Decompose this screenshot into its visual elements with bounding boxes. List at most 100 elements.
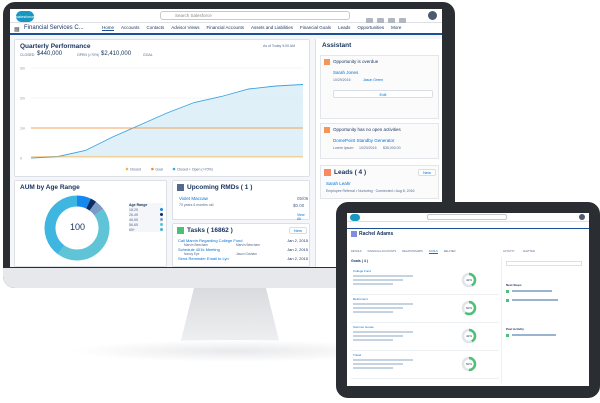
alert1-edit-button[interactable]: Edit [333,90,433,98]
tablet-tab[interactable]: GOALS [428,250,438,254]
nav-item-opportunities[interactable]: Opportunities [357,25,384,31]
tablet-tab[interactable]: FINANCIAL ACCOUNTS [368,250,397,254]
tablet-tab[interactable]: DETAILS [351,250,362,254]
task-date: Jan 2, 2015 [287,238,308,243]
tablet-header [347,213,589,222]
nav-item-financial-goals[interactable]: Financial Goals [300,25,331,31]
aum-center-value: 100 [70,222,86,232]
tablet-goal-row[interactable]: Summer House 42% [351,323,499,351]
aum-legend-label: 18-25 [129,207,138,212]
open-value: $2,410,000 [101,51,132,57]
tasks-new-button[interactable]: New [289,227,307,234]
alert2-person: Lorem Ipsum [333,146,354,150]
nav-items: Home Accounts Contacts Advisor Views Fin… [102,25,401,31]
goal-detail-line [353,275,413,277]
goal-detail-line [353,303,413,305]
leads-title: Leads ( 4 ) [334,169,367,176]
legend-label: Closed + Open (>70%) [177,168,213,172]
task-row[interactable]: Send Reminder Email to Lyn Jan 2, 2015 [178,256,308,265]
task-extra: Marvin Beecham [236,242,260,247]
record-icon [351,231,357,237]
aum-legend-label: 26-45 [129,212,138,217]
goal-name[interactable]: College Fund [353,269,371,273]
goal-name[interactable]: Summer House [353,325,374,329]
tablet-right-tabs: ACTIVITY CHATTER [503,250,535,253]
tablet-goal-row[interactable]: Travel 50% [351,351,499,379]
rmd-sub: 70 years 6 months old [179,203,214,207]
task-line [512,290,552,292]
salesforce-logo: salesforce [16,11,34,22]
goal-detail-line [353,311,393,313]
leads-icon [324,169,331,176]
task-icon [506,290,509,293]
alert1-name[interactable]: Sarah Jones [333,70,358,75]
task-title[interactable]: Send Reminder Email to Lyn [178,256,229,261]
global-header: salesforce ⚲ Search Salesforce [10,9,442,25]
tablet-tab[interactable]: RELATED [444,250,456,254]
nav-item-contacts[interactable]: Contacts [147,25,165,31]
goal-detail-line [353,339,393,341]
alert-icon [324,127,330,133]
closed-label: CLOSED [20,53,35,57]
task-extra: Jason Graham [236,251,257,256]
app-launcher-icon[interactable]: ▦ [14,26,20,33]
goal-detail-line [353,363,403,365]
navigation-bar: ▦ Financial Services C... Home Accounts … [10,23,442,35]
goal-detail-line [353,367,393,369]
tablet-right-tab[interactable]: ACTIVITY [503,250,515,253]
aum-legend-label: 46-55 [129,217,138,222]
task-line [512,334,556,336]
task-row[interactable]: Schedule 401k Meeting Jan 2, 2015 Nancy Ey… [178,247,308,256]
assistant-alert-no-activities: Opportunity has no open activities DomeP… [320,123,439,159]
tablet-search-input[interactable] [427,214,507,220]
alert-icon [324,59,330,65]
donut-slice [76,195,91,209]
alert2-name[interactable]: DomePoint Standby Generator [333,138,395,143]
donut-slice [57,208,110,261]
alert1-text: Opportunity is overdue [333,59,379,64]
goal-name[interactable]: Retirement [353,297,368,301]
tablet-avatar[interactable] [579,214,585,220]
leads-new-button[interactable]: New [418,169,436,176]
rmd-view-all-link[interactable]: View All [297,213,309,221]
aum-legend-swatch [160,228,163,231]
tablet-tab[interactable]: RELATIONSHIPS [402,250,423,254]
avatar[interactable] [428,11,437,20]
alert1-owner[interactable]: Jason Green [363,78,383,82]
search-input[interactable]: Search Salesforce [160,11,350,20]
nav-item-advisor-views[interactable]: Advisor Views [171,25,199,31]
activity-input[interactable] [506,261,582,266]
tablet-record-title: Rachel Adams [359,231,394,237]
goal-name[interactable]: Travel [353,353,361,357]
tablet-goals-header: Goals ( 4 ) [351,259,368,263]
next-steps-label: Next Steps [506,283,522,287]
tablet-goal-row[interactable]: College Fund 42% [351,267,499,295]
assistant-title: Assistant [322,42,352,49]
nav-item-more[interactable]: More [391,25,401,31]
alert2-date: 10/23/2016 [359,146,377,150]
goal-detail-line [353,307,403,309]
performance-card: Quarterly Performance CLOSED $440,000 OP… [14,39,310,177]
y-tick-label: 3m [20,67,25,71]
goal-detail-line [353,331,413,333]
rmd-name[interactable]: Violet Maccaw [179,196,208,201]
nav-item-home[interactable]: Home [102,25,115,31]
performance-title: Quarterly Performance [20,43,91,50]
ring-label: 42% [466,278,472,282]
nav-item-leads[interactable]: Leads [338,25,350,31]
goal-label: GOAL [143,53,153,57]
app-name: Financial Services C... [24,25,84,31]
tablet-right-tab[interactable]: CHATTER [523,250,535,253]
lead-name[interactable]: Sarah Leahr [326,181,351,186]
goal-detail-line [353,335,403,337]
nav-item-assets[interactable]: Assets and Liabilities [251,25,293,31]
tasks-icon [177,227,184,234]
nav-item-financial-accounts[interactable]: Financial Accounts [206,25,244,31]
task-icon [506,334,509,337]
alert1-date: 10/29/2016 [333,78,351,82]
aum-legend-swatch [160,218,163,221]
nav-item-accounts[interactable]: Accounts [121,25,140,31]
task-row[interactable]: Call Marvin Regarding College Fund Jan 2,… [178,238,308,247]
tablet-goal-row[interactable]: Retirement 60% [351,295,499,323]
legend-label: Closed [130,168,141,172]
